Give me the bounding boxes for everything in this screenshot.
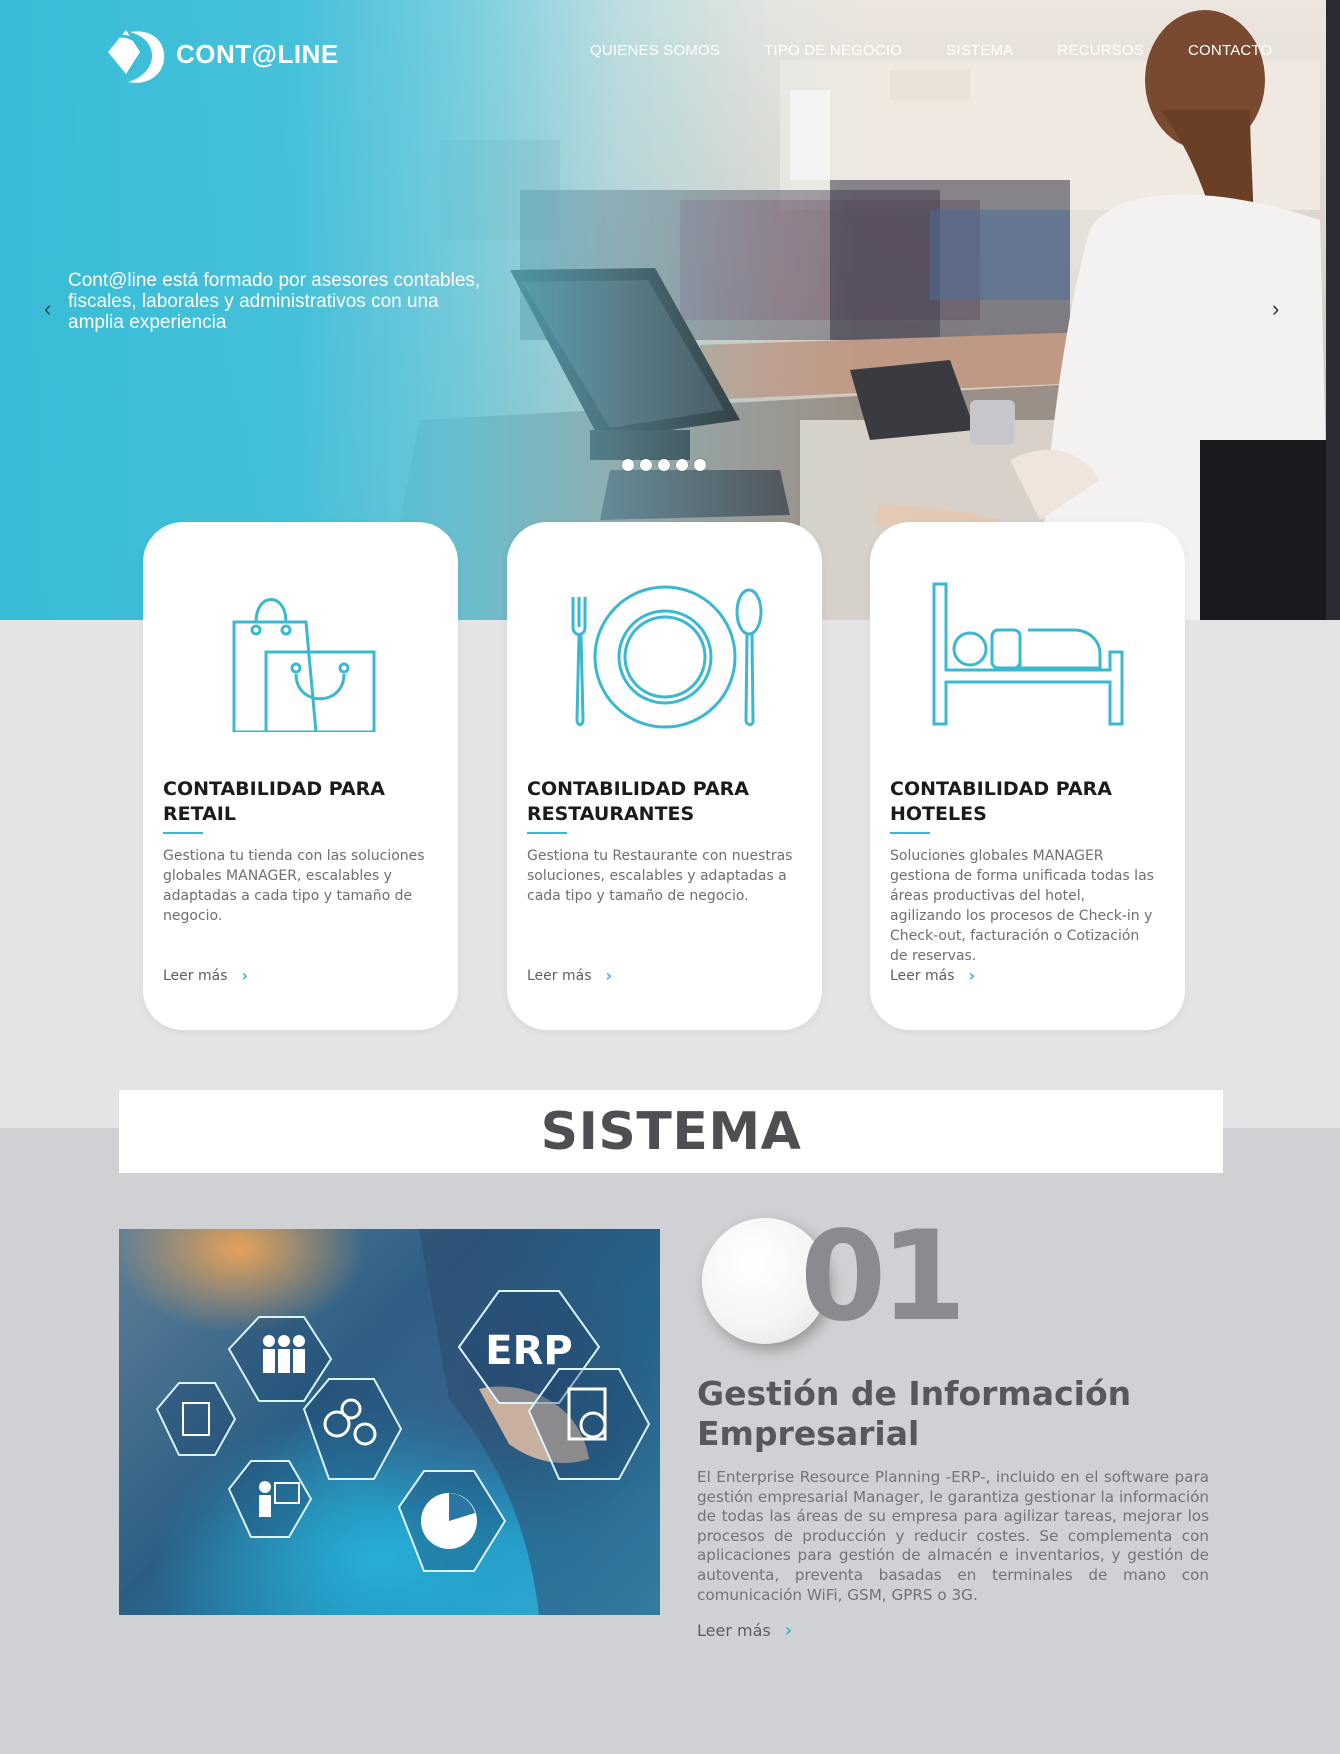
sistema-body: El Enterprise Resource Planning -ERP-, i… [697,1468,1209,1604]
nav-recursos[interactable]: RECURSOS [1057,42,1144,59]
erp-illustration: ERP [155,1229,660,1615]
shopping-bags-icon [232,598,375,732]
sistema-heading: Gestión de Información Empresarial [697,1374,1132,1453]
chevron-right-icon: › [241,966,249,985]
read-more-link[interactable]: Leer más › [890,966,975,985]
slider-dot[interactable] [640,459,652,471]
read-more-label: Leer más [527,967,592,984]
slider-dot[interactable] [658,459,670,471]
card-title: CONTABILIDAD PARA HOTELES [890,778,1112,825]
logo[interactable]: CONT@LINE [100,22,339,86]
logo-text: CONT@LINE [176,38,339,69]
slider-dots [622,459,706,471]
title-underline [890,832,930,834]
chevron-left-icon[interactable]: ‹ [44,296,51,322]
nav-tipo-de-negocio[interactable]: TIPO DE NEGOCIO [764,42,902,59]
card-hoteles: CONTABILIDAD PARA HOTELES Soluciones glo… [870,522,1185,1030]
erp-image: ERP [119,1229,660,1615]
read-more-label: Leer más [697,1621,771,1640]
nav-contacto[interactable]: CONTACTO [1188,42,1272,59]
card-restaurantes: CONTABILIDAD PARA RESTAURANTES Gestiona … [507,522,822,1030]
chevron-right-icon: › [784,1620,793,1641]
hero-edge [1326,0,1340,620]
nav-sistema[interactable]: SISTEMA [946,42,1013,59]
card-text: Gestiona tu Restaurante con nuestras sol… [527,848,793,904]
chevron-right-icon: › [605,966,613,985]
read-more-label: Leer más [163,967,228,984]
slider-dot[interactable] [694,459,706,471]
erp-label: ERP [485,1328,572,1374]
section-title: SISTEMA [540,1101,802,1162]
bed-icon [932,582,1123,726]
card-text: Soluciones globales MANAGER gestiona de … [890,848,1154,964]
main-nav: QUIENES SOMOS TIPO DE NEGOCIO SISTEMA RE… [590,42,1272,59]
logo-mark-icon [108,30,165,83]
chevron-right-icon[interactable]: › [1272,296,1279,322]
slider-dot[interactable] [676,459,688,471]
read-more-link[interactable]: Leer más › [163,966,248,985]
chevron-right-icon: › [968,966,976,985]
card-retail: CONTABILIDAD PARA RETAIL Gestiona tu tie… [143,522,458,1030]
read-more-label: Leer más [890,967,955,984]
card-title: CONTABILIDAD PARA RESTAURANTES [527,778,749,825]
section-number: 01 [800,1205,967,1349]
title-underline [163,832,203,834]
section-title-box: SISTEMA [119,1090,1223,1173]
card-title: CONTABILIDAD PARA RETAIL [163,778,385,825]
plate-cutlery-icon [571,585,762,729]
title-underline [527,832,567,834]
read-more-link[interactable]: Leer más › [697,1620,792,1641]
hero-caption: Cont@line está formado por asesores cont… [68,270,481,333]
read-more-link[interactable]: Leer más › [527,966,612,985]
nav-quienes-somos[interactable]: QUIENES SOMOS [590,42,720,59]
card-text: Gestiona tu tienda con las soluciones gl… [163,848,425,924]
slider-dot[interactable] [622,459,634,471]
